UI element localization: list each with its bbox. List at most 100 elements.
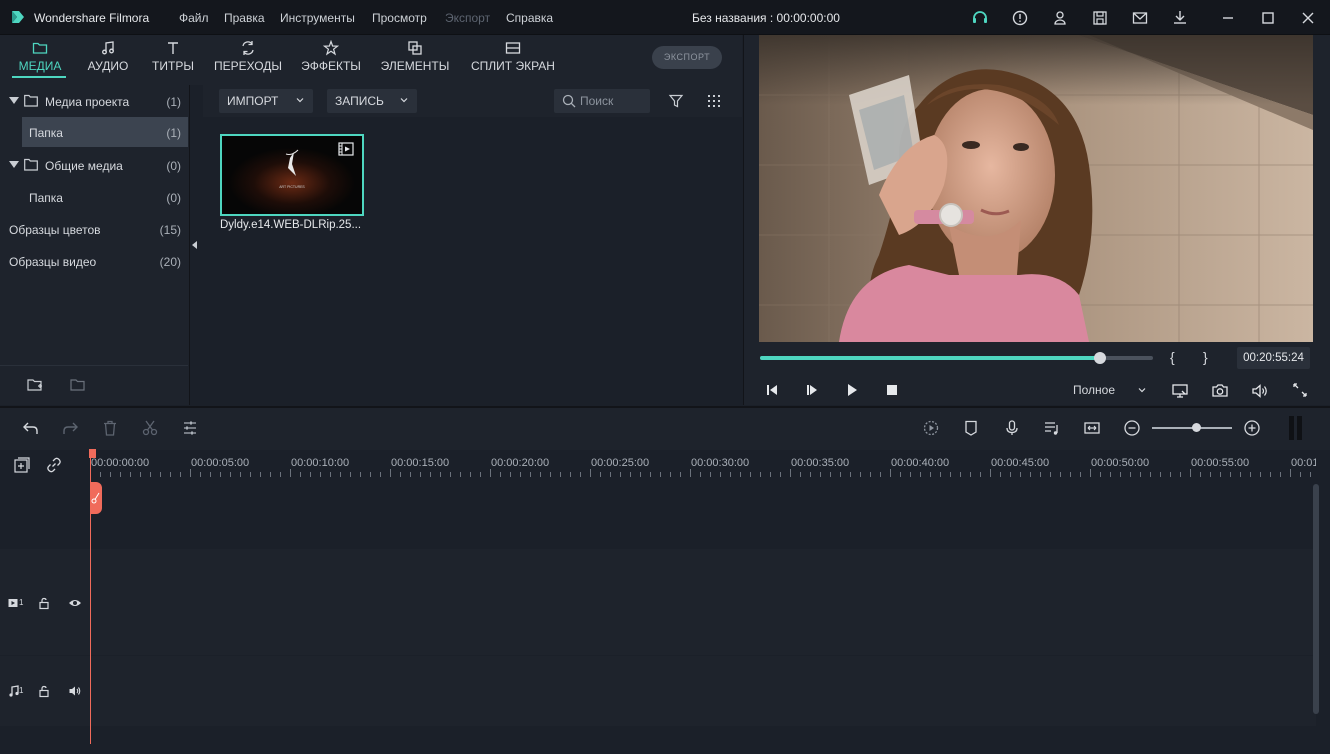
play-icon[interactable]: [844, 382, 860, 398]
display-settings-icon[interactable]: [1171, 382, 1189, 400]
playhead-scissor-handle[interactable]: [90, 482, 102, 514]
quality-dropdown[interactable]: Полное: [1064, 379, 1152, 401]
download-icon[interactable]: [1171, 9, 1189, 27]
menu-export[interactable]: Экспорт: [445, 11, 490, 25]
link-icon[interactable]: [45, 456, 63, 474]
music-note-icon: [102, 41, 114, 55]
speaker-icon[interactable]: [68, 684, 82, 698]
search-input[interactable]: [580, 93, 646, 109]
panel-toggle-icon[interactable]: [1289, 416, 1303, 440]
eye-icon[interactable]: [68, 596, 82, 610]
delete-icon[interactable]: [101, 419, 119, 437]
timeline-vertical-scrollbar[interactable]: [1313, 484, 1319, 714]
user-icon[interactable]: [1051, 9, 1069, 27]
fit-timeline-icon[interactable]: [1083, 419, 1101, 437]
menu-tools[interactable]: Инструменты: [280, 11, 355, 25]
filter-icon[interactable]: [668, 93, 684, 109]
folder-video-samples[interactable]: Образцы видео (20): [0, 246, 188, 276]
folder-outline-icon[interactable]: [70, 377, 86, 393]
folder-color-samples[interactable]: Образцы цветов (15): [0, 214, 188, 244]
mark-in-button[interactable]: {: [1170, 349, 1175, 365]
snapshot-camera-icon[interactable]: [1211, 382, 1229, 400]
headset-icon[interactable]: [971, 9, 989, 27]
tab-split-screen[interactable]: СПЛИТ ЭКРАН: [466, 35, 560, 85]
zoom-in-icon[interactable]: [1243, 419, 1261, 437]
audio-track[interactable]: [0, 656, 1316, 726]
new-folder-icon[interactable]: [27, 377, 43, 393]
video-track[interactable]: [0, 549, 1316, 655]
ruler-label: 00:00:20:00: [491, 457, 550, 469]
step-back-icon[interactable]: [764, 382, 780, 398]
folder-shared-subfolder[interactable]: Папка (0): [0, 182, 188, 212]
redo-icon[interactable]: [61, 419, 79, 437]
collapse-panel-icon[interactable]: [192, 241, 197, 249]
alert-icon[interactable]: [1011, 9, 1029, 27]
tab-effects[interactable]: ЭФФЕКТЫ: [298, 35, 364, 85]
tab-titles[interactable]: ТИТРЫ: [148, 35, 198, 85]
lock-icon[interactable]: [37, 596, 51, 610]
microphone-icon[interactable]: [1003, 419, 1021, 437]
folder-label: Образцы видео: [9, 255, 97, 269]
save-icon[interactable]: [1091, 9, 1109, 27]
media-thumbnail[interactable]: ART PICTURES: [220, 134, 364, 216]
step-forward-icon[interactable]: [804, 382, 820, 398]
volume-icon[interactable]: [1251, 382, 1269, 400]
quality-label: Полное: [1073, 383, 1116, 397]
voiceover-list-icon[interactable]: [1043, 419, 1061, 437]
folder-count: (1): [166, 126, 181, 140]
preview-scrubber-progress: [760, 356, 1100, 360]
folder-count: (0): [166, 191, 181, 205]
minimize-icon[interactable]: [1219, 9, 1237, 27]
expand-arrow-icon[interactable]: [9, 97, 19, 104]
menu-edit[interactable]: Правка: [224, 11, 265, 25]
import-dropdown[interactable]: ИМПОРТ: [219, 89, 313, 113]
folder-label: Общие медиа: [45, 159, 123, 173]
preview-timecode: 00:20:55:24: [1237, 347, 1310, 369]
adjust-sliders-icon[interactable]: [181, 419, 199, 437]
record-dropdown[interactable]: ЗАПИСЬ: [327, 89, 417, 113]
grid-view-icon[interactable]: [706, 93, 722, 109]
ruler-label: 00:00:10:00: [291, 457, 350, 469]
undo-icon[interactable]: [22, 419, 40, 437]
menu-help[interactable]: Справка: [506, 11, 553, 25]
menu-file[interactable]: Файл: [179, 11, 209, 25]
stop-icon[interactable]: [884, 382, 900, 398]
app-title: Wondershare Filmora: [34, 11, 150, 25]
media-tab-bar: МЕДИА АУДИО ТИТРЫ ПЕРЕХОДЫ ЭФФЕКТЫ ЭЛЕМЕ…: [0, 35, 742, 85]
fullscreen-icon[interactable]: [1292, 382, 1308, 398]
export-button[interactable]: ЭКСПОРТ: [652, 46, 722, 69]
empty-track-area[interactable]: [0, 480, 1316, 548]
tab-audio[interactable]: АУДИО: [82, 35, 134, 85]
folder-label: Папка: [29, 126, 63, 140]
tab-effects-label: ЭФФЕКТЫ: [301, 59, 361, 73]
render-preview-icon[interactable]: [922, 419, 940, 437]
preview-frame-image: [759, 35, 1313, 342]
marker-icon[interactable]: [962, 419, 980, 437]
menu-view[interactable]: Просмотр: [372, 11, 427, 25]
timeline-footer-area: [0, 726, 1316, 754]
tab-transitions[interactable]: ПЕРЕХОДЫ: [212, 35, 284, 85]
zoom-out-icon[interactable]: [1123, 419, 1141, 437]
video-preview[interactable]: [759, 35, 1313, 342]
tab-audio-label: АУДИО: [87, 59, 129, 73]
ruler-label: 00:00:05:00: [191, 457, 250, 469]
mail-icon[interactable]: [1131, 9, 1149, 27]
tab-elements[interactable]: ЭЛЕМЕНТЫ: [378, 35, 452, 85]
chevron-down-icon: [400, 98, 408, 103]
folder-shared-media[interactable]: Общие медиа (0): [0, 150, 188, 180]
add-track-icon[interactable]: [13, 456, 31, 474]
maximize-icon[interactable]: [1259, 9, 1277, 27]
close-icon[interactable]: [1299, 9, 1317, 27]
folder-project-subfolder[interactable]: Папка (1): [22, 117, 188, 147]
folder-project-media[interactable]: Медиа проекта (1): [0, 86, 188, 116]
lock-icon[interactable]: [37, 684, 51, 698]
mark-out-button[interactable]: }: [1203, 349, 1208, 365]
elements-icon: [408, 41, 422, 55]
cut-scissors-icon[interactable]: [141, 419, 159, 437]
zoom-slider-handle[interactable]: [1192, 423, 1201, 432]
ruler-label: 00:00:50:00: [1091, 457, 1150, 469]
expand-arrow-icon[interactable]: [9, 161, 19, 168]
split-screen-icon: [505, 42, 521, 54]
search-field[interactable]: [554, 89, 650, 113]
preview-scrubber-handle[interactable]: [1093, 352, 1106, 364]
